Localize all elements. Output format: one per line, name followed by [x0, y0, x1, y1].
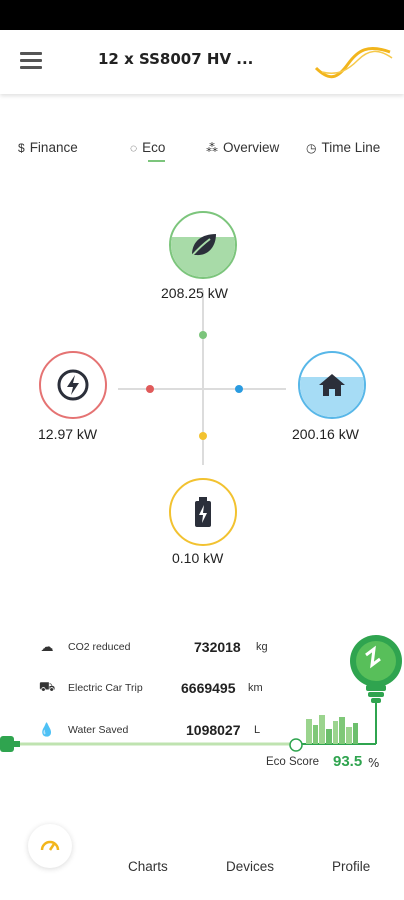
- tab-timeline[interactable]: ◷ Time Line: [306, 140, 380, 155]
- grid-node[interactable]: [39, 351, 107, 419]
- speedometer-button[interactable]: [28, 824, 72, 868]
- tab-overview[interactable]: ⁂ Overview: [206, 140, 279, 155]
- home-value: 200.16 kW: [292, 426, 359, 442]
- solar-flow-dot: [199, 331, 207, 339]
- home-node[interactable]: [298, 351, 366, 419]
- page-title: 12 x SS8007 HV ...: [98, 50, 254, 68]
- speedometer-icon: [40, 840, 60, 851]
- tab-label: Eco: [142, 140, 166, 155]
- tab-label: Finance: [29, 140, 78, 155]
- energy-flow: 208.25 kW 12.97 kW 200.16 kW 0.10 kW: [0, 190, 404, 590]
- eco-stats: ☁ CO2 reduced 732018 kg ⛟ Electric Car T…: [0, 625, 404, 785]
- brand-logo: [314, 47, 393, 79]
- flow-line-horizontal: [118, 388, 286, 390]
- menu-icon[interactable]: [20, 52, 44, 70]
- tab-finance[interactable]: $ Finance: [18, 140, 78, 155]
- solar-value: 208.25 kW: [161, 285, 228, 301]
- tab-eco[interactable]: ◌ Eco: [130, 140, 166, 162]
- nav-devices[interactable]: Devices: [226, 859, 274, 874]
- tab-bar: $ Finance ◌ Eco ⁂ Overview ◷ Time Line: [0, 140, 404, 170]
- leaf-icon: [189, 234, 216, 259]
- battery-flow-dot: [199, 432, 207, 440]
- nodes-icon: ⁂: [206, 140, 218, 155]
- eco-score-unit: %: [368, 756, 380, 770]
- grid-flow-dot: [146, 385, 154, 393]
- eco-score-label: Eco Score: [266, 756, 320, 768]
- clock-icon: ◷: [306, 140, 317, 155]
- bottom-nav: Charts Devices Profile: [0, 820, 404, 900]
- dollar-icon: $: [18, 140, 25, 155]
- tab-label: Time Line: [321, 140, 381, 155]
- battery-icon: [195, 497, 211, 527]
- nav-profile[interactable]: Profile: [332, 859, 370, 874]
- grid-value: 12.97 kW: [38, 426, 98, 442]
- eco-score-value: 93.5: [333, 753, 363, 770]
- leaf-circle-icon: ◌: [130, 140, 138, 155]
- lightning-icon: [57, 369, 89, 401]
- tab-label: Overview: [223, 140, 280, 155]
- battery-node[interactable]: [169, 478, 237, 546]
- status-bar: [0, 0, 404, 30]
- battery-value: 0.10 kW: [172, 550, 224, 566]
- nav-charts[interactable]: Charts: [128, 859, 168, 874]
- app-bar: 12 x SS8007 HV ...: [0, 30, 404, 94]
- solar-node[interactable]: [169, 211, 237, 279]
- home-flow-dot: [235, 385, 243, 393]
- house-icon: [319, 374, 345, 396]
